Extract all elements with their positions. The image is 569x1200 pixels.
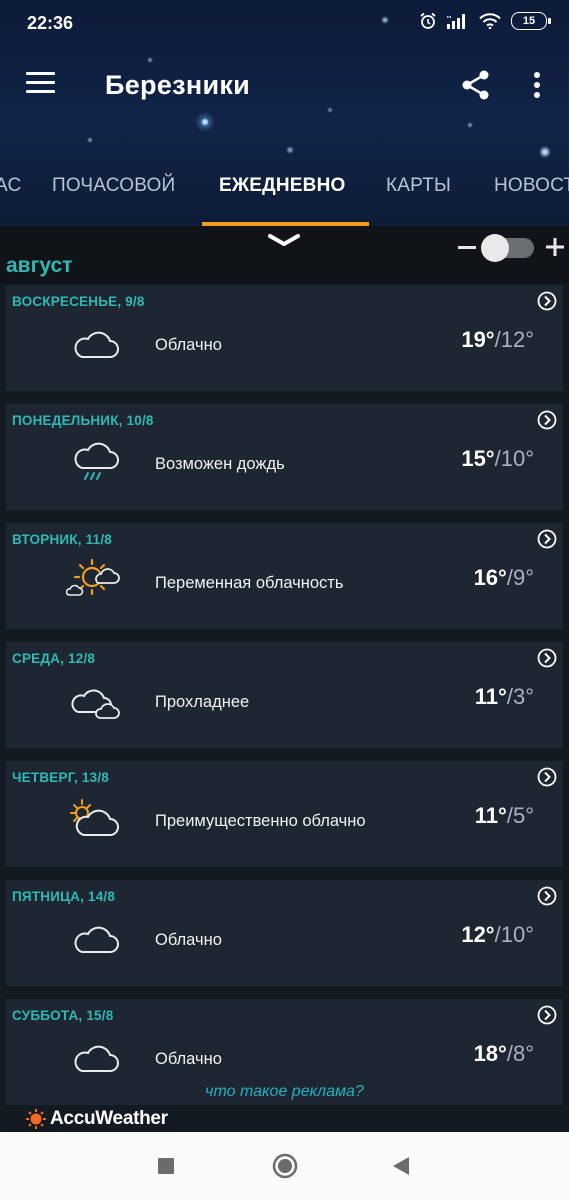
zoom-toggle-knob[interactable] [481,234,509,262]
app-toolbar: Березники [0,55,569,115]
month-label: август [6,254,73,277]
chevron-right-circle-icon[interactable] [537,767,557,787]
chevron-right-circle-icon[interactable] [537,291,557,311]
zoom-in-button[interactable] [543,234,567,260]
low-temp: /12° [494,327,534,352]
high-temp: 11° [474,803,507,828]
chevron-down-icon[interactable] [266,230,302,250]
day-date: ПОНЕДЕЛЬНИК, 10/8 [12,413,154,428]
high-temp: 16° [473,565,507,590]
share-icon[interactable] [458,67,494,103]
high-temp: 19° [461,327,495,352]
day-date: ВТОРНИК, 11/8 [12,532,112,547]
temperature-range: 11°/3° [475,684,534,710]
wifi-icon [479,13,501,29]
day-date: ПЯТНИЦА, 14/8 [12,889,116,904]
mostly-cloudy-icon [70,799,119,836]
high-temp: 15° [461,446,495,471]
more-options-icon[interactable] [525,69,549,101]
day-date: СУББОТА, 15/8 [12,1008,114,1023]
low-temp: /5° [506,803,534,828]
cloud-icon [74,331,119,358]
high-temp: 12° [461,922,495,947]
low-temp: /8° [506,1041,534,1066]
chevron-right-circle-icon[interactable] [537,1005,557,1025]
system-navigation-bar [0,1132,569,1200]
clouds-icon [71,689,120,719]
day-date: ЧЕТВЕРГ, 13/8 [12,770,110,785]
weather-phrase: Облачно [155,1050,222,1068]
status-icons: 15 [419,12,551,30]
tab-daily[interactable]: ЕЖЕДНЕВНО [219,175,345,197]
battery-indicator: 15 [511,12,551,30]
tab-news[interactable]: НОВОСТ [494,175,569,197]
cloud-icon [74,926,119,953]
low-temp: /9° [506,565,534,590]
partly-sunny-icon [66,558,120,596]
hamburger-menu-icon[interactable] [26,72,55,94]
day-date: ВОСКРЕСЕНЬЕ, 9/8 [12,294,145,309]
home-circle-icon[interactable] [271,1152,299,1180]
weather-phrase: Возможен дождь [155,455,285,473]
temperature-range: 11°/5° [475,803,534,829]
weather-phrase: Облачно [155,931,222,949]
weather-phrase: Прохладнее [155,693,250,711]
cloud-icon [74,1045,119,1072]
temperature-range: 16°/9° [474,565,534,591]
day-forecast-card[interactable]: ПОНЕДЕЛЬНИК, 10/8 Возможен дождь 15°/10° [6,404,563,510]
day-forecast-card[interactable]: ВОСКРЕСЕНЬЕ, 9/8 Облачно 19°/12° [6,285,563,391]
day-forecast-card[interactable]: ЧЕТВЕРГ, 13/8 Преимущественно облачно 11°/… [6,761,563,867]
weather-phrase: Облачно [155,336,222,354]
rain-cloud-icon [74,442,119,480]
day-date: СРЕДА, 12/8 [12,651,96,666]
low-temp: /3° [506,684,534,709]
recents-square-icon[interactable] [152,1152,180,1180]
signal-icon [447,14,465,29]
day-forecast-card[interactable]: ПЯТНИЦА, 14/8 Облачно 12°/10° [6,880,563,986]
tab-bar: АС ПОЧАСОВОЙ ЕЖЕДНЕВНО КАРТЫ НОВОСТ [0,160,569,226]
alarm-icon [420,12,436,29]
weather-phrase: Преимущественно облачно [155,812,366,830]
temperature-range: 19°/12° [461,327,534,353]
day-forecast-card[interactable]: ВТОРНИК, 11/8 Переменная облачность 16°/9° [6,523,563,629]
low-temp: /10° [494,922,534,947]
temperature-range: 15°/10° [461,446,534,472]
city-title: Березники [105,70,251,100]
weather-phrase: Переменная облачность [155,574,344,592]
header-background: 22:36 15 Березники АС ПОЧАСОВОЙ ЕЖЕДНЕВН… [0,0,569,228]
tab-maps[interactable]: КАРТЫ [386,175,451,197]
chevron-right-circle-icon[interactable] [537,410,557,430]
tab-current[interactable]: АС [0,175,21,197]
minus-icon [458,246,476,249]
status-time: 22:36 [27,13,74,33]
tab-hourly[interactable]: ПОЧАСОВОЙ [52,175,175,197]
high-temp: 11° [474,684,507,709]
temperature-range: 12°/10° [461,922,534,948]
accuweather-logo: AccuWeather [26,1108,168,1130]
chevron-right-circle-icon[interactable] [537,529,557,549]
high-temp: 18° [473,1041,507,1066]
ad-info-link[interactable]: что такое реклама? [0,1083,569,1101]
day-forecast-card[interactable]: СРЕДА, 12/8 Прохладнее 11°/3° [6,642,563,748]
low-temp: /10° [494,446,534,471]
status-bar: 22:36 15 [0,0,569,46]
back-triangle-icon[interactable] [388,1152,416,1180]
chevron-right-circle-icon[interactable] [537,886,557,906]
brand-name: AccuWeather [50,1108,168,1129]
chevron-right-circle-icon[interactable] [537,648,557,668]
sun-logo-icon [26,1109,46,1129]
temperature-range: 18°/8° [474,1041,534,1067]
